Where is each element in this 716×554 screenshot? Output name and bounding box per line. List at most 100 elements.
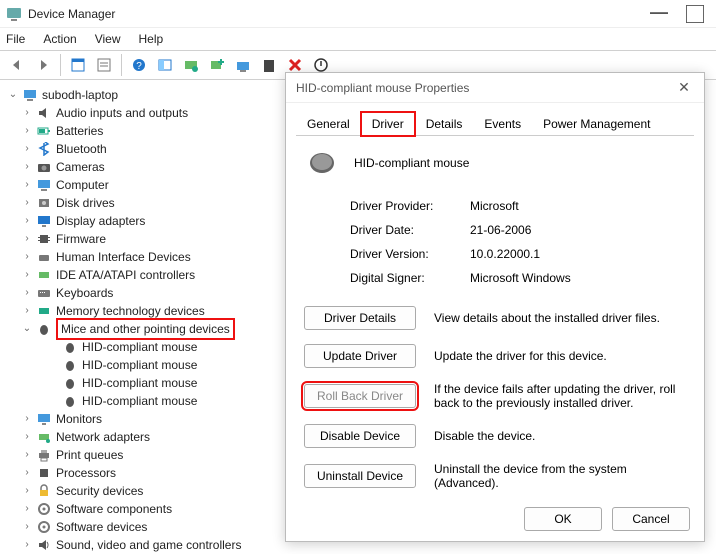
expand-icon[interactable]: › bbox=[20, 428, 34, 446]
signer-value: Microsoft Windows bbox=[470, 271, 571, 285]
expand-icon[interactable]: › bbox=[20, 446, 34, 464]
collapse-icon[interactable]: ⌄ bbox=[6, 86, 20, 104]
device-category-icon bbox=[36, 213, 52, 229]
provider-value: Microsoft bbox=[470, 199, 519, 213]
expand-icon[interactable]: › bbox=[20, 284, 34, 302]
expand-icon[interactable]: › bbox=[20, 104, 34, 122]
uninstall-device-desc: Uninstall the device from the system (Ad… bbox=[434, 462, 686, 490]
tree-item-label: HID-compliant mouse bbox=[82, 392, 197, 410]
tree-item-label: Sound, video and game controllers bbox=[56, 536, 241, 554]
expand-icon[interactable]: › bbox=[20, 212, 34, 230]
minimize-button[interactable] bbox=[650, 5, 668, 23]
scan-hardware-button[interactable] bbox=[180, 54, 202, 76]
expand-icon[interactable]: › bbox=[20, 158, 34, 176]
expand-icon[interactable]: › bbox=[20, 410, 34, 428]
computer-icon bbox=[22, 87, 38, 103]
close-button[interactable]: ✕ bbox=[674, 79, 694, 96]
tree-item-label: HID-compliant mouse bbox=[82, 374, 197, 392]
device-name: HID-compliant mouse bbox=[354, 156, 469, 170]
device-category-icon bbox=[36, 447, 52, 463]
expand-icon[interactable]: › bbox=[20, 266, 34, 284]
uninstall-device-button[interactable]: Uninstall Device bbox=[304, 464, 416, 488]
maximize-button[interactable] bbox=[686, 5, 704, 23]
update-driver-button[interactable]: Update Driver bbox=[304, 344, 416, 368]
expand-icon[interactable]: › bbox=[20, 140, 34, 158]
back-button[interactable] bbox=[6, 54, 28, 76]
properties-button[interactable] bbox=[93, 54, 115, 76]
tree-item-label: Human Interface Devices bbox=[56, 248, 191, 266]
tree-item-label: Audio inputs and outputs bbox=[56, 104, 188, 122]
forward-button[interactable] bbox=[32, 54, 54, 76]
uninstall-button[interactable] bbox=[258, 54, 280, 76]
tab-power-management[interactable]: Power Management bbox=[532, 112, 661, 136]
device-category-icon bbox=[36, 177, 52, 193]
provider-label: Driver Provider: bbox=[350, 199, 470, 213]
dialog-buttons: OK Cancel bbox=[524, 507, 690, 531]
cancel-button[interactable]: Cancel bbox=[612, 507, 690, 531]
menu-help[interactable]: Help bbox=[139, 32, 164, 46]
rollback-driver-button[interactable]: Roll Back Driver bbox=[304, 384, 416, 408]
tree-item-label: Software components bbox=[56, 500, 172, 518]
expand-icon[interactable]: › bbox=[20, 518, 34, 536]
expand-icon[interactable]: › bbox=[20, 482, 34, 500]
driver-actions: Driver Details View details about the in… bbox=[304, 306, 686, 490]
tree-item-label: Disk drives bbox=[56, 194, 115, 212]
titlebar: Device Manager bbox=[0, 0, 716, 28]
menu-view[interactable]: View bbox=[95, 32, 121, 46]
expand-icon[interactable]: › bbox=[20, 230, 34, 248]
device-category-icon bbox=[36, 411, 52, 427]
driver-details-button[interactable]: Driver Details bbox=[304, 306, 416, 330]
window-title: Device Manager bbox=[28, 7, 650, 21]
tree-item-label: Display adapters bbox=[56, 212, 145, 230]
mouse-icon bbox=[62, 357, 78, 373]
disable-device-desc: Disable the device. bbox=[434, 429, 686, 443]
device-category-icon bbox=[36, 195, 52, 211]
update-driver-desc: Update the driver for this device. bbox=[434, 349, 686, 363]
expand-icon[interactable]: › bbox=[20, 536, 34, 554]
tab-details[interactable]: Details bbox=[415, 112, 474, 136]
mouse-icon bbox=[62, 393, 78, 409]
rollback-driver-desc: If the device fails after updating the d… bbox=[434, 382, 686, 410]
version-value: 10.0.22000.1 bbox=[470, 247, 540, 261]
collapse-icon[interactable]: ⌄ bbox=[20, 320, 34, 338]
ok-button[interactable]: OK bbox=[524, 507, 602, 531]
date-value: 21-06-2006 bbox=[470, 223, 531, 237]
tree-item-label: Computer bbox=[56, 176, 109, 194]
tab-events[interactable]: Events bbox=[473, 112, 532, 136]
add-hardware-button[interactable] bbox=[206, 54, 228, 76]
toolbar-separator bbox=[121, 54, 122, 76]
expand-icon[interactable]: › bbox=[20, 464, 34, 482]
tab-general[interactable]: General bbox=[296, 112, 361, 136]
menu-bar: File Action View Help bbox=[0, 28, 716, 50]
device-category-icon bbox=[36, 267, 52, 283]
show-hide-tree-button[interactable] bbox=[67, 54, 89, 76]
tree-item-label: HID-compliant mouse bbox=[82, 338, 197, 356]
date-label: Driver Date: bbox=[350, 223, 470, 237]
device-category-icon bbox=[36, 537, 52, 553]
expand-icon[interactable]: › bbox=[20, 500, 34, 518]
driver-details-desc: View details about the installed driver … bbox=[434, 311, 686, 325]
expand-icon[interactable]: › bbox=[20, 122, 34, 140]
svg-text:?: ? bbox=[136, 61, 142, 72]
signer-label: Digital Signer: bbox=[350, 271, 470, 285]
tree-item-label: Keyboards bbox=[56, 284, 113, 302]
expand-icon[interactable]: › bbox=[20, 176, 34, 194]
tree-root-label: subodh-laptop bbox=[42, 86, 118, 104]
expand-icon[interactable]: › bbox=[20, 194, 34, 212]
expand-icon[interactable]: › bbox=[20, 248, 34, 266]
disable-device-button[interactable]: Disable Device bbox=[304, 424, 416, 448]
device-category-icon bbox=[36, 231, 52, 247]
dialog-title: HID-compliant mouse Properties bbox=[296, 81, 674, 95]
action-button[interactable] bbox=[154, 54, 176, 76]
tab-driver[interactable]: Driver bbox=[361, 112, 415, 136]
device-category-icon bbox=[36, 285, 52, 301]
expand-icon[interactable]: › bbox=[20, 302, 34, 320]
update-driver-button[interactable] bbox=[232, 54, 254, 76]
mouse-icon bbox=[62, 339, 78, 355]
device-category-icon bbox=[36, 303, 52, 319]
tree-item-label: Batteries bbox=[56, 122, 103, 140]
driver-panel: HID-compliant mouse Driver Provider:Micr… bbox=[286, 136, 704, 512]
menu-file[interactable]: File bbox=[6, 32, 25, 46]
help-button[interactable]: ? bbox=[128, 54, 150, 76]
menu-action[interactable]: Action bbox=[43, 32, 76, 46]
